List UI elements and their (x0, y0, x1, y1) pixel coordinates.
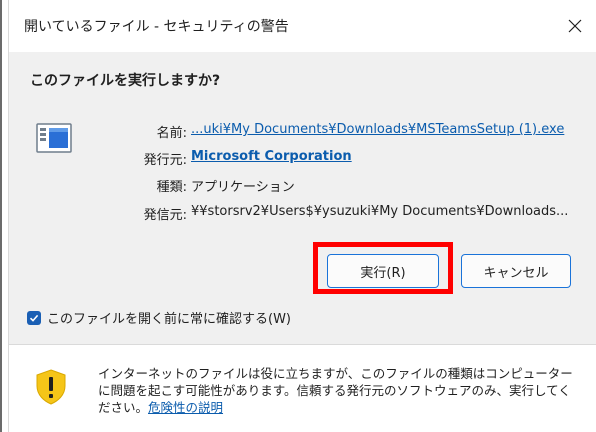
publisher-label: 発行元: (143, 153, 187, 168)
run-button[interactable]: 実行(R) (327, 254, 439, 288)
warning-footer: インターネットのファイルは役に立ちますが、このファイルの種類はコンピューターに問… (9, 345, 596, 432)
security-warning-dialog: 開いているファイル - セキュリティの警告 このファイルを実行しますか? 名前:… (8, 0, 596, 432)
background-window-edge (0, 0, 2, 432)
source-label: 発信元: (143, 208, 187, 223)
source-value: ¥¥storsrv2¥Users$¥ysuzuki¥My Documents¥D… (191, 204, 569, 219)
type-label: 種類: (156, 180, 187, 195)
close-button[interactable] (559, 10, 591, 42)
application-icon (36, 123, 72, 153)
window-title: 開いているファイル - セキュリティの警告 (24, 19, 289, 35)
publisher-link[interactable]: Microsoft Corporation (191, 149, 352, 164)
name-label: 名前: (156, 126, 187, 141)
type-value: アプリケーション (191, 180, 295, 195)
always-ask-checkbox[interactable]: このファイルを開く前に常に確認する(W) (27, 308, 291, 327)
warning-text: インターネットのファイルは役に立ちますが、このファイルの種類はコンピューターに問… (98, 365, 580, 416)
file-name-link[interactable]: ...uki¥My Documents¥Downloads¥MSTeamsSet… (191, 122, 564, 137)
cancel-button[interactable]: キャンセル (461, 254, 571, 288)
warning-shield-icon (36, 369, 66, 405)
dialog-content: このファイルを実行しますか? 名前: ...uki¥My Documents¥D… (9, 52, 596, 344)
risk-explanation-link[interactable]: 危険性の説明 (148, 400, 223, 415)
checkmark-icon (29, 314, 39, 322)
checkbox-label: このファイルを開く前に常に確認する(W) (47, 312, 291, 327)
checkbox-box[interactable] (27, 310, 41, 325)
title-bar[interactable]: 開いているファイル - セキュリティの警告 (9, 0, 596, 52)
run-question: このファイルを実行しますか? (30, 73, 221, 89)
close-icon (568, 19, 582, 33)
